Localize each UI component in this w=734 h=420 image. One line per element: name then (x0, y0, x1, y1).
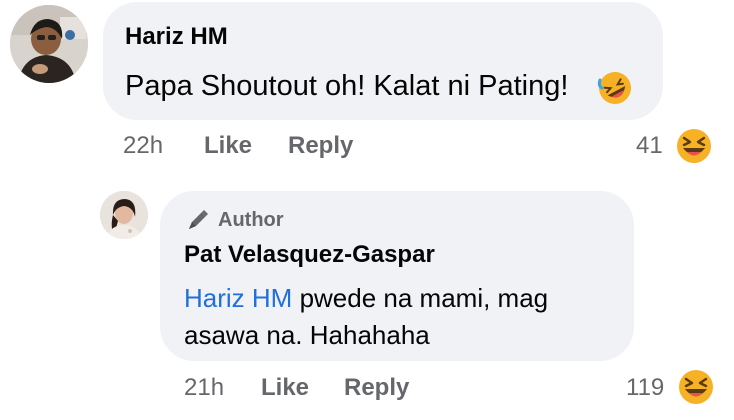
laughing-face-icon[interactable] (676, 128, 712, 164)
commenter-avatar[interactable] (10, 5, 88, 83)
reply-author-name[interactable]: Pat Velasquez-Gaspar (184, 241, 435, 269)
avatar-photo (100, 191, 148, 239)
comment-author-name[interactable]: Hariz HM (125, 23, 228, 51)
reply-button[interactable]: Reply (288, 132, 353, 160)
reply-text-line-2: asawa na. Hahahaha (184, 320, 430, 350)
mention-link[interactable]: Hariz HM (184, 283, 292, 313)
comment-bubble: Hariz HM Papa Shoutout oh! Kalat ni Pati… (103, 2, 663, 120)
reaction-count[interactable]: 119 (626, 374, 664, 402)
comment-text-body: Papa Shoutout oh! Kalat ni Pating! (125, 70, 569, 102)
pencil-icon (189, 210, 208, 229)
reply-text-part: pwede na mami, mag (292, 283, 549, 313)
rolling-laughing-face-icon (597, 72, 631, 104)
author-badge: Author (218, 209, 284, 231)
reply-bubble: Author Pat Velasquez-Gaspar Hariz HM pwe… (160, 191, 634, 361)
like-button[interactable]: Like (204, 132, 252, 160)
like-button[interactable]: Like (261, 374, 309, 402)
comment-text: Papa Shoutout oh! Kalat ni Pating! (125, 70, 568, 103)
reply-timestamp[interactable]: 21h (184, 374, 224, 402)
comment-timestamp[interactable]: 22h (123, 132, 163, 160)
reply-button[interactable]: Reply (344, 374, 409, 402)
laughing-face-icon[interactable] (678, 369, 714, 405)
replier-avatar[interactable] (100, 191, 148, 239)
reply-text-line-1: Hariz HM pwede na mami, mag (184, 283, 548, 314)
avatar-photo (10, 5, 88, 83)
reaction-count[interactable]: 41 (636, 132, 663, 160)
